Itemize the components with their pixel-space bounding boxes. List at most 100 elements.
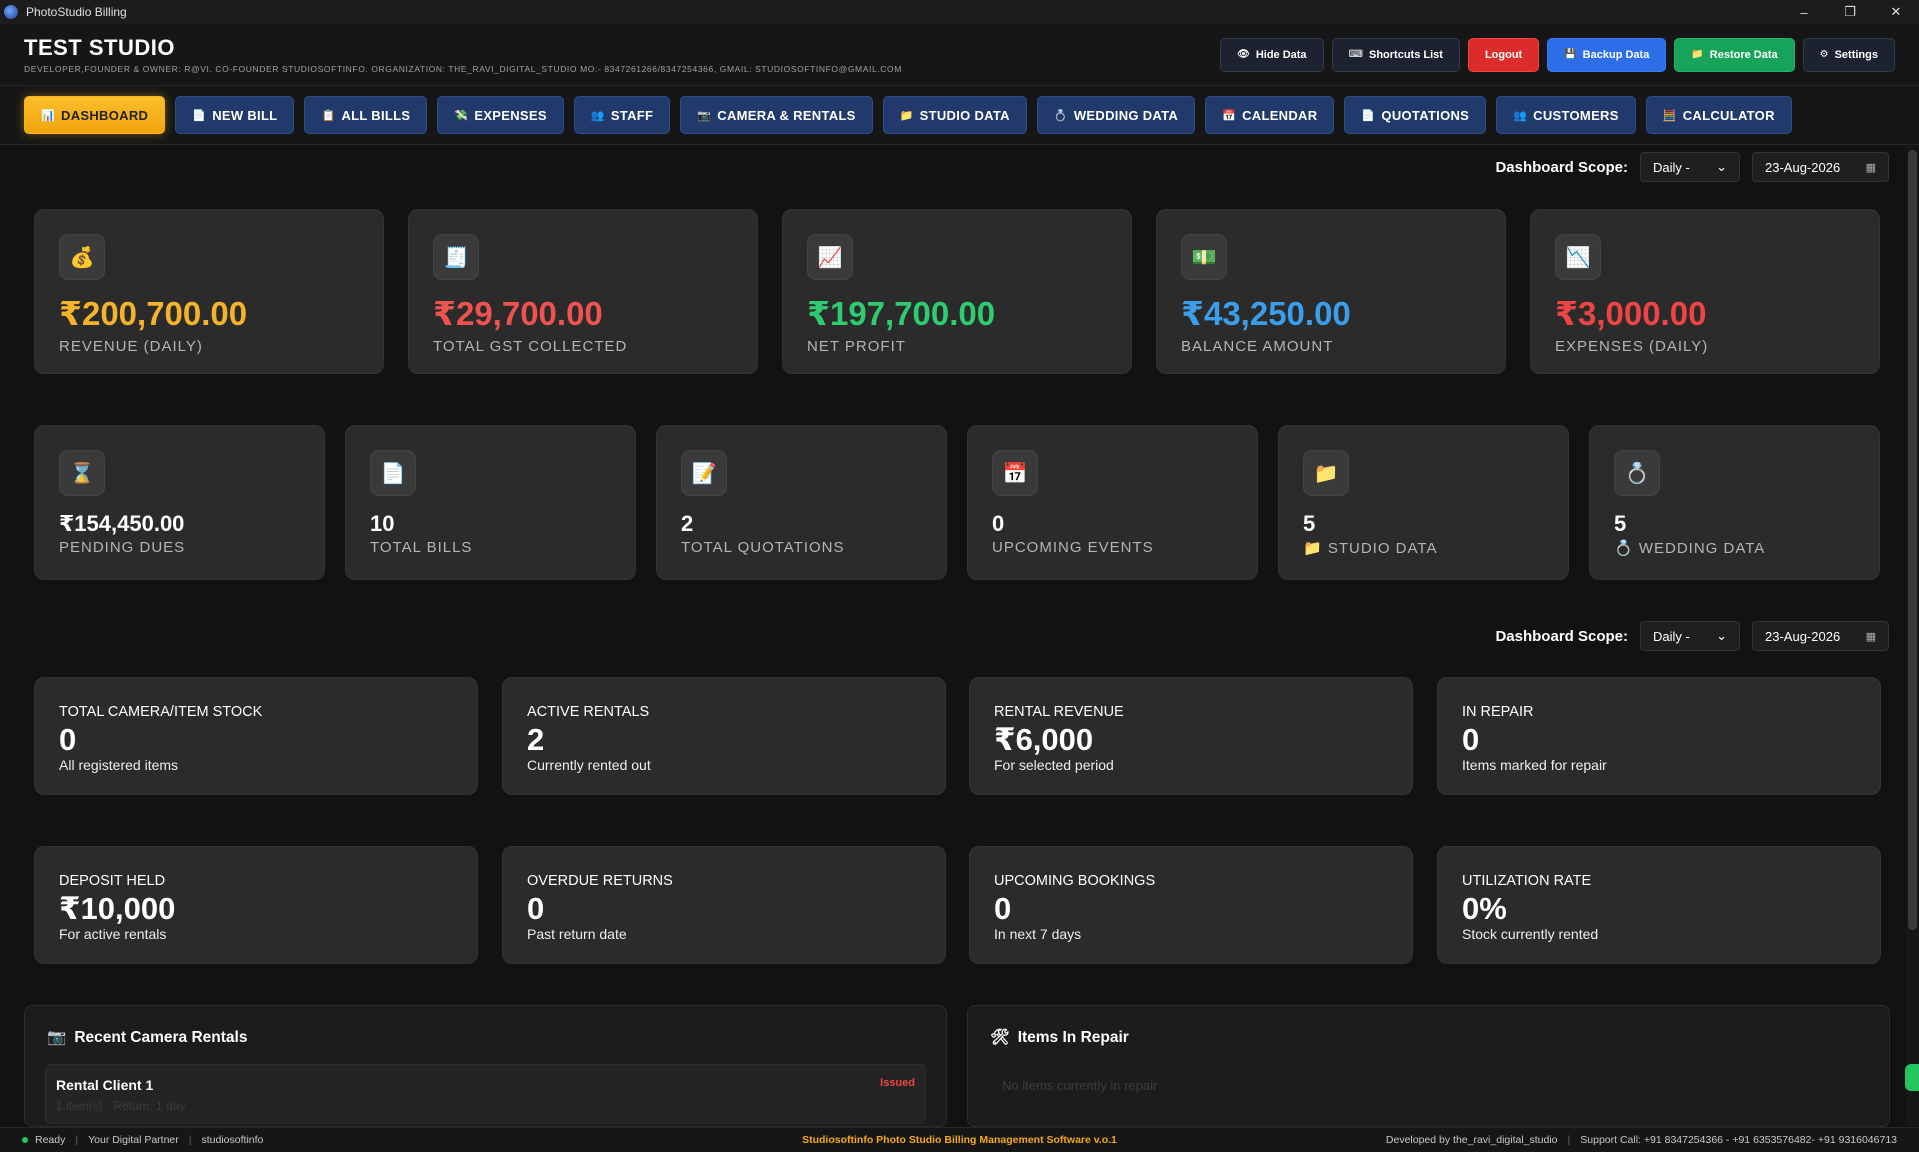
scope-period-select[interactable]: Daily - ⌄ xyxy=(1640,152,1740,182)
keyboard-icon: ⌨ xyxy=(1348,49,1363,60)
restore-data-button[interactable]: 📁 Restore Data xyxy=(1674,37,1795,72)
rental-card-sub: Stock currently rented xyxy=(1462,926,1599,942)
tab-quotations-label: QUOTATIONS xyxy=(1381,107,1470,123)
tab-camera-rentals[interactable]: 📷 CAMERA & RENTALS xyxy=(680,96,873,134)
status-badge: Issued xyxy=(880,1077,915,1089)
backup-data-button[interactable]: 💾 Backup Data xyxy=(1547,37,1667,72)
items-in-repair-panel: 🛠 Items In Repair No items currently in r… xyxy=(967,1005,1890,1127)
kpi-value: ₹29,700.00 xyxy=(433,295,603,332)
kpi-label: BALANCE AMOUNT xyxy=(1181,338,1334,355)
tab-calculator-label: CALCULATOR xyxy=(1682,107,1775,123)
shortcuts-list-button[interactable]: ⌨ Shortcuts List xyxy=(1331,37,1460,72)
stat-label: PENDING DUES xyxy=(59,539,186,556)
tab-new-bill[interactable]: 📄 NEW BILL xyxy=(175,96,295,134)
tab-all-bills[interactable]: 📋 ALL BILLS xyxy=(304,96,428,134)
status-product-name: Studiosoftinfo Photo Studio Billing Mana… xyxy=(802,1134,1117,1146)
calendar-icon: 📅 xyxy=(1222,109,1237,122)
rental-card-revenue: RENTAL REVENUE ₹6,000 For selected perio… xyxy=(969,677,1413,795)
hourglass-icon: ⌛ xyxy=(59,450,105,496)
tab-studio-data-label: STUDIO DATA xyxy=(919,107,1010,123)
stat-label: 📁 STUDIO DATA xyxy=(1303,540,1438,557)
scope-period-select[interactable]: Daily - ⌄ xyxy=(1640,621,1740,651)
money-bag-icon: 💰 xyxy=(59,234,105,280)
rental-card-sub: Items marked for repair xyxy=(1462,757,1607,773)
logout-button[interactable]: Logout xyxy=(1467,37,1540,72)
rental-card-sub: For selected period xyxy=(994,757,1114,773)
app-icon xyxy=(4,5,18,19)
stat-value: 2 xyxy=(681,511,694,536)
ring-icon: 💍 xyxy=(1614,450,1660,496)
chevron-down-icon: ⌄ xyxy=(1716,159,1727,174)
stat-value: ₹154,450.00 xyxy=(59,511,185,536)
memo-icon: 📝 xyxy=(681,450,727,496)
stat-card-pending-dues: ⌛ ₹154,450.00 PENDING DUES xyxy=(34,425,325,580)
status-partner: Your Digital Partner xyxy=(88,1134,179,1146)
kpi-card-balance: 💵 ₹43,250.00 BALANCE AMOUNT xyxy=(1156,209,1506,374)
calendar-icon: ▦ xyxy=(1865,630,1876,643)
tab-new-bill-label: NEW BILL xyxy=(212,107,278,123)
stat-value: 5 xyxy=(1614,511,1627,536)
kpi-label: NET PROFIT xyxy=(807,338,906,355)
rental-card-value: 0 xyxy=(527,891,545,926)
scrollbar[interactable] xyxy=(1906,146,1919,1126)
rental-card-title: IN REPAIR xyxy=(1462,704,1534,720)
stat-value: 0 xyxy=(992,511,1005,536)
rental-card-title: ACTIVE RENTALS xyxy=(527,704,650,720)
kpi-card-gst: 🧾 ₹29,700.00 TOTAL GST COLLECTED xyxy=(408,209,758,374)
hide-data-button[interactable]: 👁 Hide Data xyxy=(1220,37,1324,72)
tab-all-bills-label: ALL BILLS xyxy=(341,107,411,123)
scope-date-value: 23-Aug-2026 xyxy=(1765,159,1841,175)
scope-period-value: Daily - xyxy=(1653,159,1690,175)
tab-expenses[interactable]: 💸 EXPENSES xyxy=(437,96,564,134)
kpi-card-revenue: 💰 ₹200,700.00 REVENUE (DAILY) xyxy=(34,209,384,374)
document-icon: 📄 xyxy=(192,109,207,122)
scrollbar-thumb[interactable] xyxy=(1908,150,1917,930)
stat-card-total-bills: 📄 10 TOTAL BILLS xyxy=(345,425,636,580)
scope-label: Dashboard Scope: xyxy=(1495,627,1628,645)
rental-card-sub: Past return date xyxy=(527,926,627,942)
tab-customers[interactable]: 👥 CUSTOMERS xyxy=(1496,96,1636,134)
tab-camera-rentals-label: CAMERA & RENTALS xyxy=(717,107,856,123)
receipt-icon: 🧾 xyxy=(433,234,479,280)
scope-date-picker[interactable]: 23-Aug-2026 ▦ xyxy=(1752,152,1889,182)
status-bar: Ready | Your Digital Partner | studiosof… xyxy=(0,1127,1919,1152)
settings-label: Settings xyxy=(1834,48,1878,61)
stat-card-total-quotations: 📝 2 TOTAL QUOTATIONS xyxy=(656,425,947,580)
rental-card-overdue: OVERDUE RETURNS 0 Past return date xyxy=(502,846,946,964)
people-icon: 👥 xyxy=(590,109,605,122)
tab-studio-data[interactable]: 📁 STUDIO DATA xyxy=(882,96,1027,134)
close-button[interactable]: ✕ xyxy=(1873,0,1919,24)
logout-label: Logout xyxy=(1484,48,1523,61)
maximize-button[interactable]: ❐ xyxy=(1827,0,1873,24)
calendar-icon: ▦ xyxy=(1865,161,1876,174)
kpi-label: TOTAL GST COLLECTED xyxy=(433,338,628,355)
dashboard-scope-top: Dashboard Scope: Daily - ⌄ 23-Aug-2026 ▦ xyxy=(1495,152,1889,182)
settings-button[interactable]: ⚙ Settings xyxy=(1802,37,1895,72)
rental-card-title: DEPOSIT HELD xyxy=(59,873,166,889)
tab-expenses-label: EXPENSES xyxy=(474,107,547,123)
tab-dashboard[interactable]: 📊 DASHBOARD xyxy=(24,96,166,134)
rental-client-name: Rental Client 1 xyxy=(56,1077,154,1093)
list-item[interactable]: Rental Client 1 Issued 1 item(s) · Retur… xyxy=(45,1064,926,1124)
tab-calendar-label: CALENDAR xyxy=(1242,107,1318,123)
tab-calculator[interactable]: 🧮 CALCULATOR xyxy=(1645,96,1792,134)
tab-customers-label: CUSTOMERS xyxy=(1533,107,1619,123)
shortcuts-list-label: Shortcuts List xyxy=(1369,48,1443,61)
scope-date-picker[interactable]: 23-Aug-2026 ▦ xyxy=(1752,621,1889,651)
tab-wedding-data[interactable]: 💍 WEDDING DATA xyxy=(1036,96,1196,134)
hide-data-label: Hide Data xyxy=(1255,48,1307,61)
tab-staff[interactable]: 👥 STAFF xyxy=(573,96,671,134)
studio-name: TEST STUDIO xyxy=(24,35,175,60)
rental-card-in-repair: IN REPAIR 0 Items marked for repair xyxy=(1437,677,1881,795)
minimize-button[interactable]: – xyxy=(1781,0,1827,24)
rental-card-sub: For active rentals xyxy=(59,926,167,942)
status-ready: Ready xyxy=(35,1134,66,1146)
empty-state: No items currently in repair xyxy=(1002,1078,1158,1093)
document-icon: 📄 xyxy=(1361,109,1376,122)
tab-wedding-data-label: WEDDING DATA xyxy=(1073,107,1179,123)
chart-up-icon: 📈 xyxy=(807,234,853,280)
main-nav: 📊 DASHBOARD 📄 NEW BILL 📋 ALL BILLS 💸 EXPENSE… xyxy=(0,86,1919,145)
floating-edge-tab[interactable] xyxy=(1905,1064,1919,1091)
tab-quotations[interactable]: 📄 QUOTATIONS xyxy=(1344,96,1487,134)
tab-calendar[interactable]: 📅 CALENDAR xyxy=(1205,96,1335,134)
